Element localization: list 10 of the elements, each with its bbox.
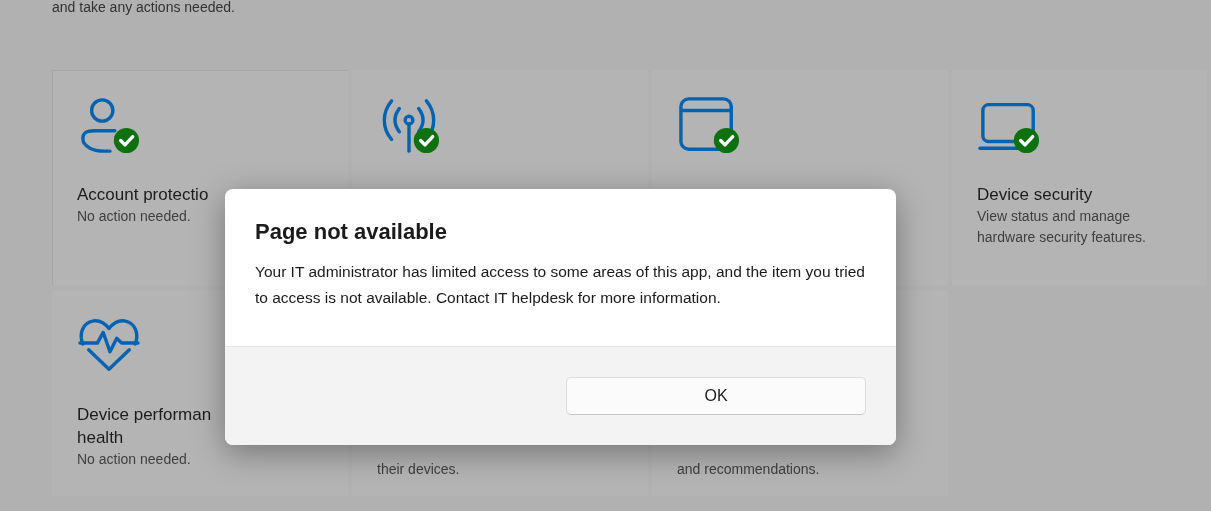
tile-description: and recommendations. <box>677 460 821 479</box>
tile-description: No action needed. <box>77 207 192 226</box>
tile-title: Account protectio <box>77 184 210 206</box>
tile-description: No action needed. <box>77 450 192 469</box>
tile-title: health <box>77 427 125 449</box>
tile-title: Device security <box>977 184 1094 206</box>
tile-description: their devices. <box>377 460 461 479</box>
tile-description: View status and manage hardware security features. <box>977 207 1147 247</box>
intro-text: and take any actions needed. <box>52 0 236 14</box>
tile-title: Device performan <box>77 404 213 426</box>
